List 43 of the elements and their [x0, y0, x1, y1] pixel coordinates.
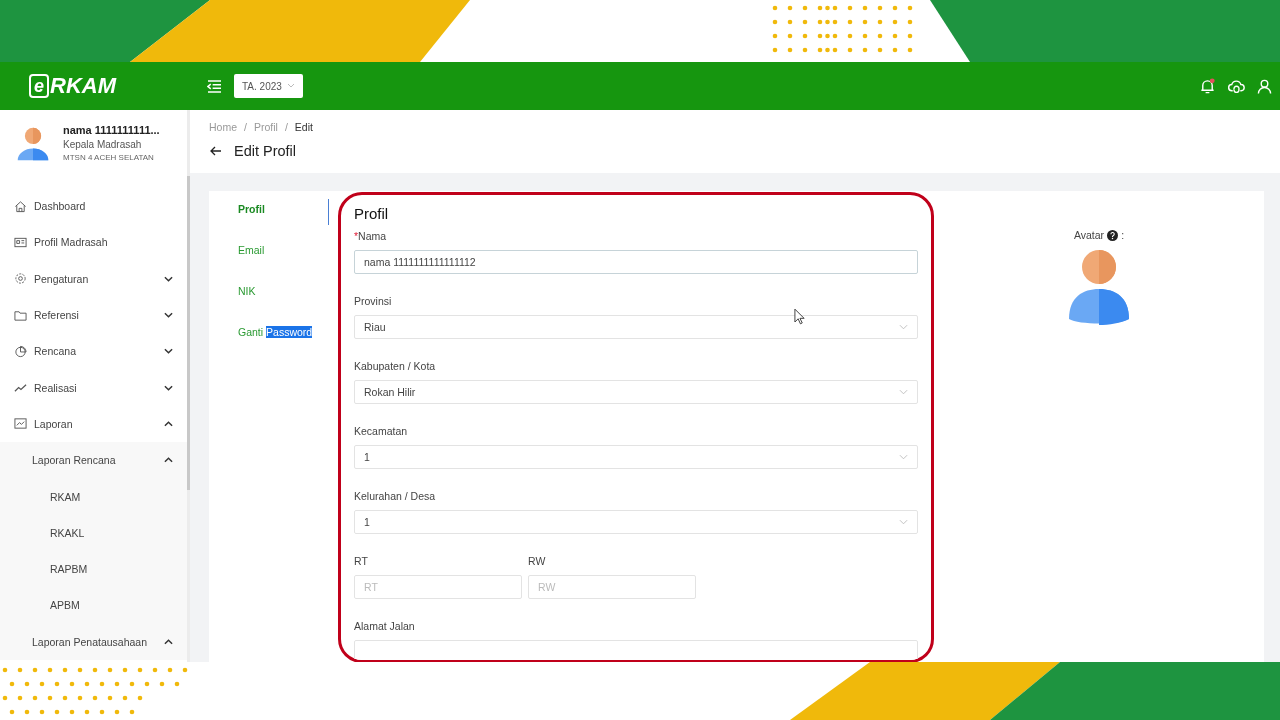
user-name: nama 1111111111...	[63, 124, 160, 136]
user-role: Kepala Madrasah	[63, 139, 143, 150]
select-field[interactable]: 1	[354, 445, 918, 469]
menu-item[interactable]: Profil Madrasah	[0, 224, 187, 261]
field-label: RW	[528, 555, 547, 567]
field-label: Provinsi	[354, 295, 393, 307]
school-name: MTSN 4 ACEH SELATAN	[63, 153, 155, 162]
field-label: *Nama	[354, 230, 388, 242]
tab[interactable]: Profil	[238, 203, 333, 244]
field-label: Alamat Jalan	[354, 620, 416, 632]
menu-item[interactable]: Laporan	[0, 405, 187, 443]
select-field[interactable]: Rokan Hilir	[354, 380, 918, 404]
menu-item[interactable]: Referensi	[0, 296, 187, 334]
form-title: Profil	[354, 205, 390, 222]
field-label: Kabupaten / Kota	[354, 360, 437, 372]
menu-item[interactable]: Rencana	[0, 333, 187, 370]
input-field[interactable]: RT	[354, 575, 522, 599]
tab[interactable]: NIK	[238, 285, 333, 326]
field-label: RT	[354, 555, 369, 567]
menu-item[interactable]: Dashboard	[0, 188, 187, 225]
menu-item[interactable]: RAPBM	[0, 550, 187, 588]
year-select[interactable]: TA. 2023	[234, 74, 303, 98]
input-field[interactable]: nama 1111111111111112	[354, 250, 918, 274]
field-label: Kelurahan / Desa	[354, 490, 437, 502]
page-title: Edit Profil	[234, 143, 297, 159]
field-label: Kecamatan	[354, 425, 409, 437]
tab[interactable]: Email	[238, 244, 333, 285]
select-field[interactable]: Riau	[354, 315, 918, 339]
avatar-label-colon: :	[1121, 229, 1125, 241]
menu-item[interactable]: Laporan Rencana	[0, 442, 187, 479]
menu-item[interactable]: RKAKL	[0, 514, 187, 551]
breadcrumb-separator: /	[244, 121, 247, 133]
menu-item[interactable]: Realisasi	[0, 369, 187, 406]
select-field[interactable]: 1	[354, 510, 918, 534]
tab[interactable]: Ganti Password	[238, 326, 333, 367]
logo[interactable]: e RKAM	[29, 73, 195, 99]
avatar-label: Avatar	[1073, 229, 1105, 241]
breadcrumb-separator: /	[284, 121, 288, 133]
menu-item[interactable]: Pengaturan	[0, 260, 187, 297]
input-field[interactable]: RW	[528, 575, 696, 599]
menu-item[interactable]: APBM	[0, 587, 187, 624]
menu-item[interactable]: Laporan Penatausahaan	[0, 623, 187, 660]
menu-item[interactable]: RKAM	[0, 478, 187, 515]
